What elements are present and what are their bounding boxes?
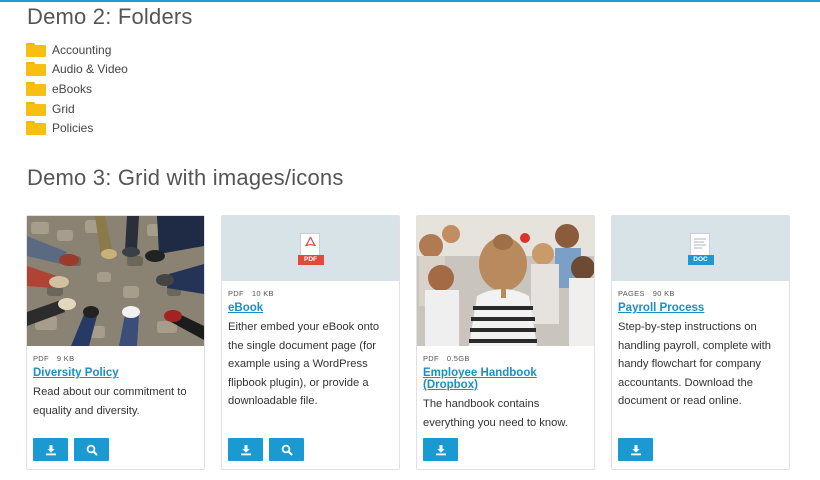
download-button[interactable] [423, 438, 458, 461]
folder-label: Policies [52, 121, 94, 136]
pdf-file-icon: PDF [297, 232, 324, 265]
folder-icon [26, 42, 46, 57]
card-actions [228, 438, 304, 461]
folder-list: Accounting Audio & Video eBooks Grid Pol… [26, 40, 128, 138]
card-actions [33, 438, 109, 461]
folder-item-audio-video[interactable]: Audio & Video [26, 60, 128, 80]
folder-item-accounting[interactable]: Accounting [26, 40, 128, 60]
card-description: Read about our commitment to equality an… [33, 386, 187, 417]
folder-icon [26, 62, 46, 77]
card-meta: PAGES 90 KB [612, 289, 789, 298]
card-title-link[interactable]: eBook [222, 302, 399, 314]
card-thumb[interactable]: DOC [612, 216, 789, 281]
card-meta: PDF 0.5GB [417, 354, 594, 363]
file-size: 10 KB [251, 289, 274, 298]
folder-item-grid[interactable]: Grid [26, 99, 128, 119]
file-size: 9 KB [56, 354, 75, 363]
demo3-heading: Demo 3: Grid with images/icons [27, 165, 344, 190]
document-card-employee-handbook: PDF 0.5GB Employee Handbook (Dropbox) The… [416, 215, 595, 470]
top-accent-rule [0, 0, 820, 2]
preview-button[interactable] [269, 438, 304, 461]
document-card-diversity-policy: PDF 9 KB Diversity Policy Read about our … [26, 215, 205, 470]
card-description: Step-by-step instructions on handling pa… [618, 321, 771, 407]
folder-item-ebooks[interactable]: eBooks [26, 79, 128, 99]
folder-item-policies[interactable]: Policies [26, 118, 128, 138]
folder-label: eBooks [52, 81, 93, 96]
file-type: PAGES [618, 289, 645, 298]
card-description: The handbook contains everything you nee… [423, 398, 568, 429]
file-size: 0.5GB [446, 354, 470, 363]
file-type: PDF [423, 354, 439, 363]
search-icon [86, 444, 97, 455]
download-button[interactable] [618, 438, 653, 461]
doc-file-icon: DOC [687, 232, 714, 265]
document-card-ebook: PDF PDF 10 KB eBook Either embed your eBo… [221, 215, 400, 470]
card-photo-audience[interactable] [417, 216, 594, 346]
card-meta: PDF 10 KB [222, 289, 399, 298]
folder-icon [26, 121, 46, 136]
card-thumb[interactable]: PDF [222, 216, 399, 281]
download-button[interactable] [33, 438, 68, 461]
card-title-link[interactable]: Employee Handbook (Dropbox) [417, 367, 594, 391]
card-photo-feet-circle[interactable] [27, 216, 204, 346]
folder-icon [26, 101, 46, 116]
card-actions [423, 438, 458, 461]
file-size: 90 KB [652, 289, 675, 298]
preview-button[interactable] [74, 438, 109, 461]
card-description: Either embed your eBook onto the single … [228, 321, 380, 407]
search-icon [281, 444, 292, 455]
file-type: PDF [33, 354, 49, 363]
download-icon [45, 444, 56, 455]
card-title-link[interactable]: Diversity Policy [27, 367, 204, 379]
download-button[interactable] [228, 438, 263, 461]
file-type: PDF [228, 289, 244, 298]
document-card-payroll-process: DOC PAGES 90 KB Payroll Process Step-by-s… [611, 215, 790, 470]
download-icon [240, 444, 251, 455]
demo2-heading: Demo 2: Folders [27, 4, 193, 29]
folder-icon [26, 81, 46, 96]
download-icon [630, 444, 641, 455]
card-actions [618, 438, 653, 461]
folder-label: Accounting [52, 42, 112, 57]
download-icon [435, 444, 446, 455]
folder-label: Audio & Video [52, 62, 128, 77]
folder-label: Grid [52, 101, 75, 116]
card-title-link[interactable]: Payroll Process [612, 302, 789, 314]
card-meta: PDF 9 KB [27, 354, 204, 363]
